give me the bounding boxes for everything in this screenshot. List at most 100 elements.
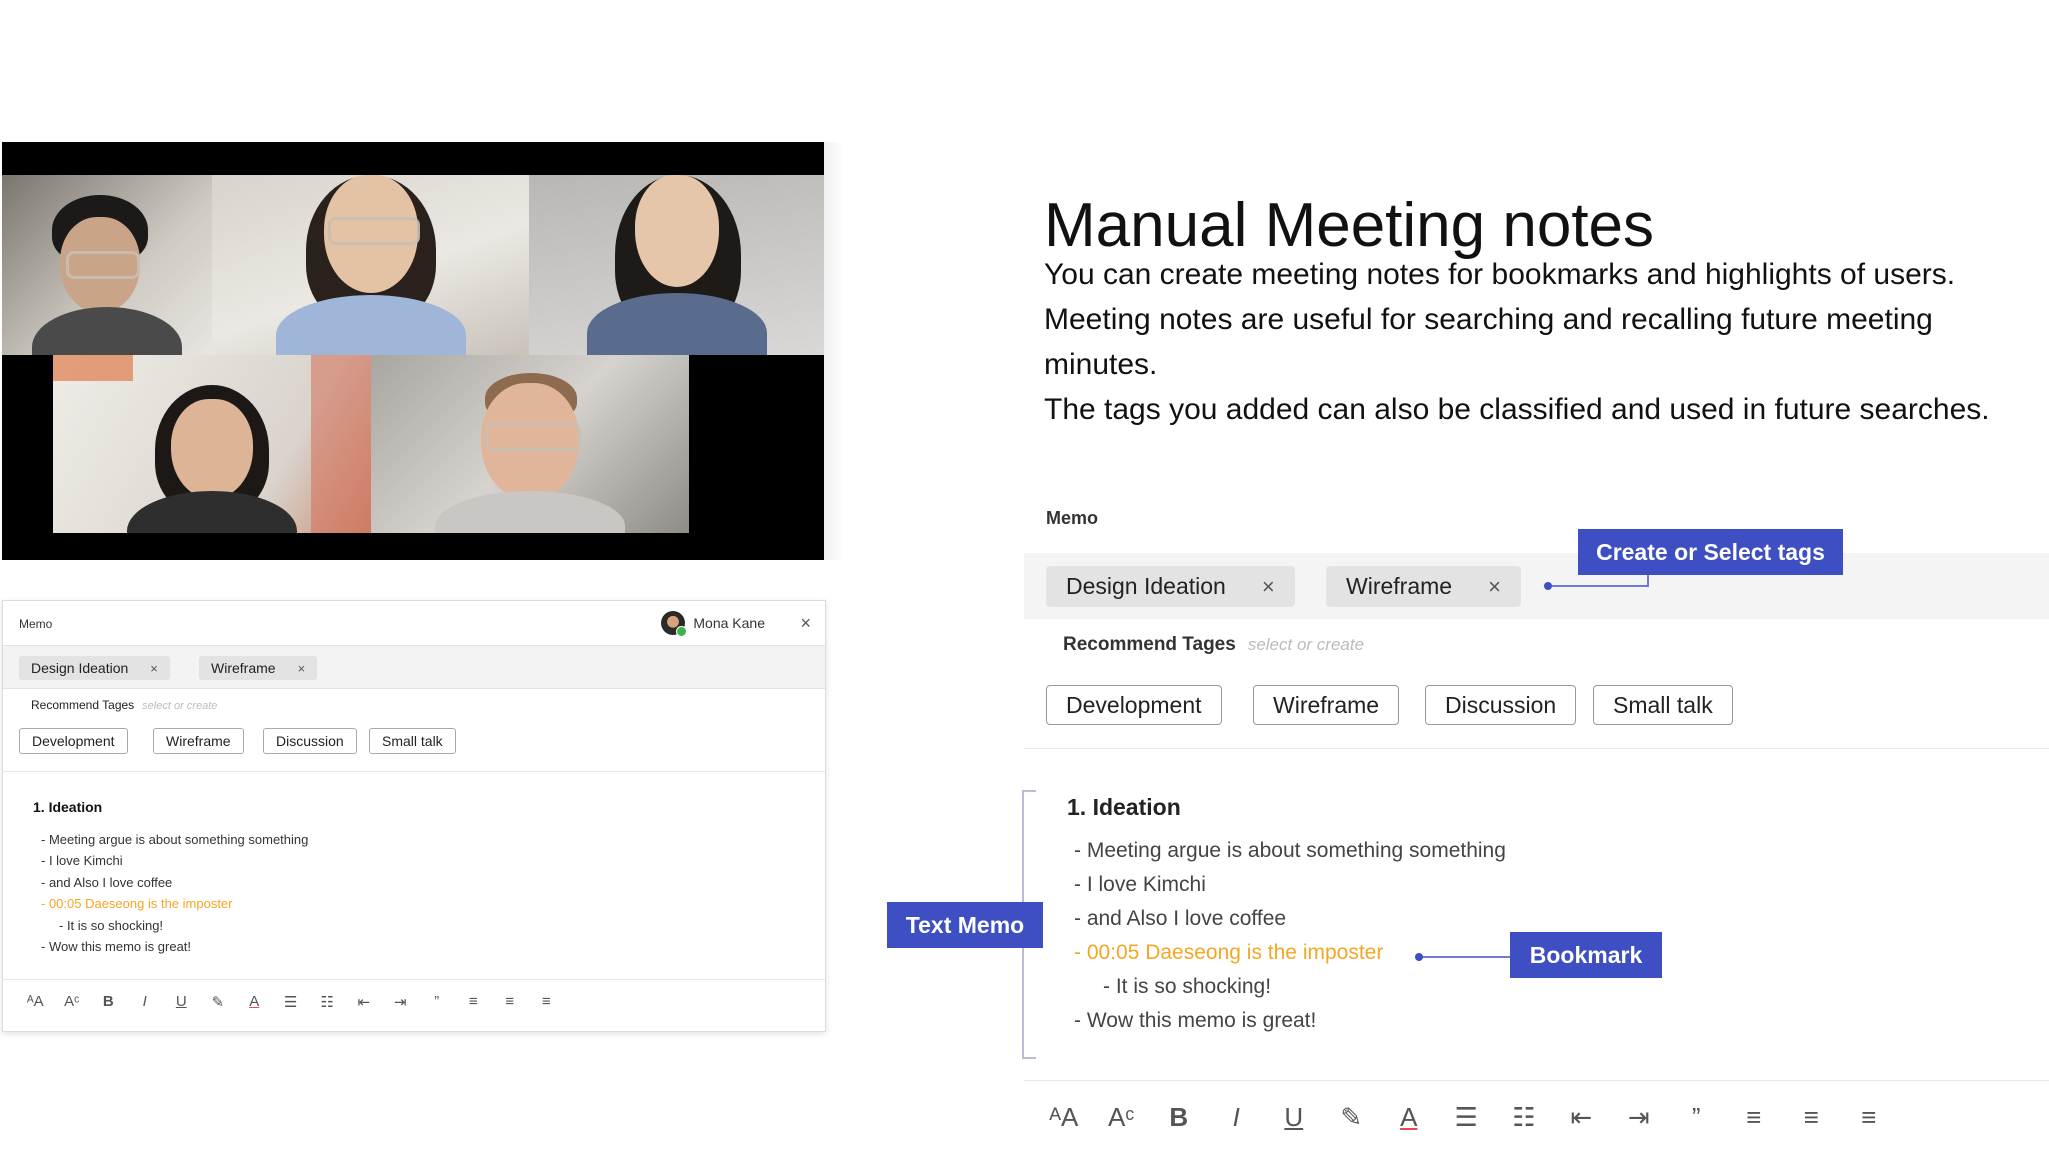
divider (1024, 748, 2049, 749)
recommend-tag-button[interactable]: Development (1046, 685, 1222, 725)
outdent-icon[interactable]: ⇤ (346, 993, 383, 1011)
participant-avatar (127, 385, 297, 533)
video-tile-participant-3[interactable] (529, 175, 824, 355)
recommend-label: Recommend Tages (31, 698, 135, 712)
font-color-icon[interactable]: A (1380, 1102, 1438, 1133)
recommend-tags: Recommend Tages select or create (1063, 634, 1364, 656)
outdent-icon[interactable]: ⇤ (1553, 1102, 1611, 1133)
recommend-tag-button[interactable]: Small talk (369, 728, 456, 754)
memo-text-area[interactable]: 1. Ideation - Meeting argue is about som… (33, 797, 308, 958)
align-center-icon[interactable]: ≡ (492, 993, 529, 1011)
divider (3, 771, 825, 772)
user-name: Mona Kane (693, 615, 765, 631)
indent-icon[interactable]: ⇥ (1610, 1102, 1668, 1133)
tag-chip[interactable]: Wireframe × (1326, 566, 1521, 607)
callout-connector (1420, 956, 1510, 958)
numbered-list-icon[interactable]: ☷ (309, 993, 346, 1011)
participant-avatar (435, 373, 625, 533)
video-shadow (824, 142, 844, 560)
bold-icon[interactable]: B (1150, 1102, 1208, 1133)
participant-avatar (586, 175, 767, 355)
align-right-icon[interactable]: ≡ (528, 993, 565, 1011)
note-line: - Meeting argue is about something somet… (41, 831, 309, 847)
tag-label: Wireframe (211, 660, 276, 676)
note-line: - Meeting argue is about something somet… (1074, 839, 1506, 862)
font-size-icon[interactable]: ᴬA (1035, 1102, 1093, 1133)
memo-text-area[interactable]: 1. Ideation - Meeting argue is about som… (1067, 790, 1506, 1038)
callout-anchor-dot (1544, 582, 1552, 590)
recommend-tags: Recommend Tages select or create (31, 698, 217, 712)
memo-user: Mona Kane (661, 611, 765, 637)
align-left-icon[interactable]: ≡ (455, 993, 492, 1011)
description-line: The tags you added can also be classifie… (1044, 393, 1990, 426)
bulleted-list-icon[interactable]: ☰ (273, 993, 310, 1011)
align-left-icon[interactable]: ≡ (1725, 1102, 1783, 1133)
description-line: Meeting notes are useful for searching a… (1044, 303, 1933, 381)
callout-create-select-tags: Create or Select tags (1578, 529, 1843, 575)
superscript-icon[interactable]: Aᶜ (54, 993, 91, 1011)
online-status-icon (676, 626, 688, 637)
recommend-label: Recommend Tages (1063, 634, 1236, 655)
recommend-input[interactable]: select or create (142, 700, 217, 712)
bulleted-list-icon[interactable]: ☰ (1438, 1102, 1496, 1133)
memo-header: Memo Mona Kane × (3, 601, 825, 645)
video-tile-participant-5[interactable] (371, 355, 689, 533)
bookmark-note-line[interactable]: - 00:05 Daeseong is the imposter (33, 893, 308, 915)
remove-tag-icon[interactable]: × (1488, 574, 1501, 599)
bold-icon[interactable]: B (90, 993, 127, 1011)
tag-chip[interactable]: Wireframe × (199, 656, 318, 680)
user-avatar (661, 611, 688, 637)
participant-avatar (32, 195, 182, 355)
italic-icon[interactable]: I (127, 993, 164, 1011)
notes-heading: 1. Ideation (1067, 794, 1181, 820)
highlight-icon[interactable]: ✎ (1323, 1102, 1381, 1133)
callout-connector (1647, 575, 1649, 585)
numbered-list-icon[interactable]: ☷ (1495, 1102, 1553, 1133)
recommend-input[interactable]: select or create (1248, 635, 1364, 654)
quote-icon[interactable]: ” (419, 993, 456, 1011)
recommend-tag-button[interactable]: Discussion (1425, 685, 1577, 725)
recommend-tag-button[interactable]: Wireframe (153, 728, 244, 754)
tag-chip[interactable]: Design Ideation × (1046, 566, 1295, 607)
superscript-icon[interactable]: Aᶜ (1093, 1102, 1151, 1133)
video-tile-participant-2[interactable] (212, 175, 529, 355)
callout-text-memo: Text Memo (887, 902, 1043, 948)
video-tile-participant-1[interactable] (2, 175, 212, 355)
tag-label: Design Ideation (1066, 573, 1226, 599)
note-line: - I love Kimchi (41, 853, 123, 868)
note-line: - and Also I love coffee (41, 874, 173, 890)
recommend-tag-button[interactable]: Development (19, 728, 128, 754)
indent-icon[interactable]: ⇥ (382, 993, 419, 1011)
description-line: You can create meeting notes for bookmar… (1044, 258, 1956, 291)
bookmark-note-line[interactable]: - 00:05 Daeseong is the imposter (1067, 936, 1506, 970)
quote-icon[interactable]: ” (1668, 1102, 1726, 1133)
tag-bar[interactable]: Design Ideation × Wireframe × (3, 645, 825, 689)
recommend-tag-button[interactable]: Discussion (263, 728, 357, 754)
participant-avatar (275, 175, 466, 355)
recommend-tag-button[interactable]: Small talk (1593, 685, 1733, 725)
page-title: Manual Meeting notes (1044, 190, 1655, 260)
tag-chip[interactable]: Design Ideation × (19, 656, 170, 680)
highlight-icon[interactable]: ✎ (200, 993, 237, 1011)
font-size-icon[interactable]: ᴬA (17, 993, 54, 1011)
callout-connector (1549, 585, 1649, 587)
callout-bookmark: Bookmark (1510, 932, 1662, 978)
divider (1024, 1080, 2049, 1081)
video-call-grid (2, 142, 824, 560)
underline-icon[interactable]: U (1265, 1102, 1323, 1133)
close-icon[interactable]: × (800, 613, 811, 634)
align-center-icon[interactable]: ≡ (1783, 1102, 1841, 1133)
recommend-tag-button[interactable]: Wireframe (1253, 685, 1400, 725)
remove-tag-icon[interactable]: × (150, 661, 158, 676)
italic-icon[interactable]: I (1208, 1102, 1266, 1133)
underline-icon[interactable]: U (163, 993, 200, 1011)
tag-label: Wireframe (1346, 573, 1453, 599)
tag-label: Design Ideation (31, 660, 129, 676)
remove-tag-icon[interactable]: × (1262, 574, 1275, 599)
remove-tag-icon[interactable]: × (298, 661, 306, 676)
video-tile-participant-4[interactable] (53, 355, 371, 533)
format-toolbar: ᴬA Aᶜ B I U ✎ A ☰ ☷ ⇤ ⇥ ” ≡ ≡ ≡ (1035, 1102, 1898, 1133)
align-right-icon[interactable]: ≡ (1840, 1102, 1898, 1133)
format-toolbar: ᴬA Aᶜ B I U ✎ A ☰ ☷ ⇤ ⇥ ” ≡ ≡ ≡ (17, 993, 565, 1011)
font-color-icon[interactable]: A (236, 993, 273, 1011)
